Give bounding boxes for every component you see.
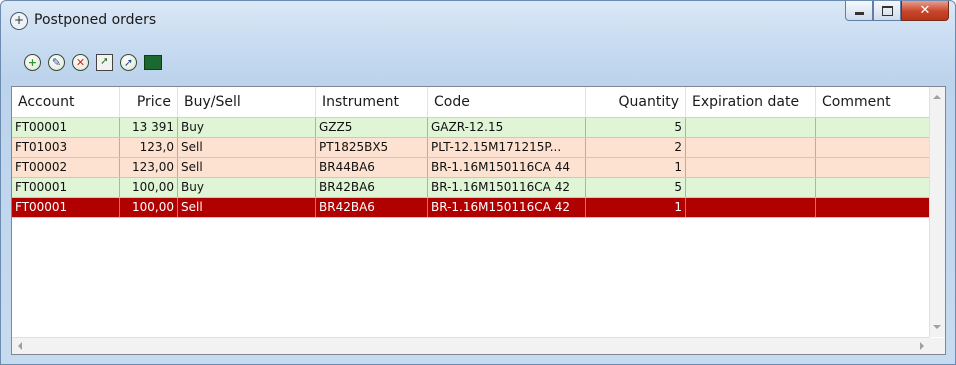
- send-order-icon: ➚: [120, 54, 137, 71]
- column-header-account[interactable]: Account: [12, 87, 120, 117]
- cell-instrument: PT1825BX5: [316, 138, 428, 157]
- cell-quantity: 2: [586, 138, 686, 157]
- column-header-instrument[interactable]: Instrument: [316, 87, 428, 117]
- cell-comment: [816, 118, 930, 137]
- scroll-right-icon[interactable]: [920, 342, 924, 350]
- scroll-left-icon[interactable]: [18, 342, 22, 350]
- scroll-down-icon[interactable]: [933, 325, 941, 329]
- cell-comment: [816, 198, 930, 217]
- cell-quantity: 1: [586, 198, 686, 217]
- cell-instrument: BR42BA6: [316, 178, 428, 197]
- scroll-up-icon[interactable]: [933, 95, 941, 99]
- cell-account: FT00001: [12, 118, 120, 137]
- cell-price: 123,00: [120, 158, 178, 177]
- minimize-button[interactable]: [845, 1, 873, 21]
- cell-expiration-date: [686, 178, 816, 197]
- column-header-price[interactable]: Price: [120, 87, 178, 117]
- vertical-scrollbar[interactable]: [929, 87, 945, 337]
- column-header-expiration-date[interactable]: Expiration date: [686, 87, 816, 117]
- edit-order-icon: ✎: [48, 54, 65, 71]
- close-icon: ✕: [919, 3, 931, 18]
- add-order-button[interactable]: +: [23, 53, 42, 72]
- scrollbar-corner: [930, 338, 945, 354]
- cell-code: BR-1.16M150116CA 42: [428, 198, 586, 217]
- order-plus-icon: +: [10, 12, 28, 30]
- cell-buy-sell: Buy: [178, 118, 316, 137]
- cell-buy-sell: Sell: [178, 198, 316, 217]
- table-row[interactable]: FT01003 123,0 Sell PT1825BX5 PLT-12.15M1…: [12, 138, 930, 158]
- cell-buy-sell: Buy: [178, 178, 316, 197]
- cell-code: PLT-12.15M171215P...: [428, 138, 586, 157]
- move-order-icon: [143, 55, 162, 70]
- cell-price: 123,0: [120, 138, 178, 157]
- title-bar[interactable]: + Postponed orders ✕: [1, 1, 955, 43]
- cell-code: BR-1.16M150116CA 44: [428, 158, 586, 177]
- cell-buy-sell: Sell: [178, 158, 316, 177]
- table-row[interactable]: FT00001 13 391 Buy GZZ5 GAZR-12.15 5: [12, 118, 930, 138]
- cell-expiration-date: [686, 158, 816, 177]
- maximize-button[interactable]: [873, 1, 901, 21]
- window-title: Postponed orders: [34, 12, 157, 28]
- cell-buy-sell: Sell: [178, 138, 316, 157]
- window-controls: ✕: [845, 1, 949, 23]
- cell-price: 100,00: [120, 178, 178, 197]
- cell-comment: [816, 138, 930, 157]
- delete-order-icon: ✕: [72, 54, 89, 71]
- cell-expiration-date: [686, 198, 816, 217]
- orders-table: Account Price Buy/Sell Instrument Code Q…: [11, 86, 946, 355]
- table-row-selected[interactable]: FT00001 100,00 Sell BR42BA6 BR-1.16M1501…: [12, 198, 930, 218]
- column-header-code[interactable]: Code: [428, 87, 586, 117]
- postponed-orders-window: + Postponed orders ✕ + ✎ ✕ ➚ ➚ Account P…: [0, 0, 956, 365]
- cell-expiration-date: [686, 118, 816, 137]
- horizontal-scrollbar[interactable]: [12, 337, 930, 354]
- cell-instrument: GZZ5: [316, 118, 428, 137]
- cell-comment: [816, 178, 930, 197]
- delete-order-button[interactable]: ✕: [71, 53, 90, 72]
- column-header-quantity[interactable]: Quantity: [586, 87, 686, 117]
- table-row[interactable]: FT00001 100,00 Buy BR42BA6 BR-1.16M15011…: [12, 178, 930, 198]
- minimize-icon: [854, 12, 864, 15]
- cell-account: FT01003: [12, 138, 120, 157]
- export-order-button[interactable]: ➚: [95, 53, 114, 72]
- table-row[interactable]: FT00002 123,00 Sell BR44BA6 BR-1.16M1501…: [12, 158, 930, 178]
- cell-quantity: 5: [586, 178, 686, 197]
- column-header-comment[interactable]: Comment: [816, 87, 930, 117]
- cell-comment: [816, 158, 930, 177]
- send-order-button[interactable]: ➚: [119, 53, 138, 72]
- close-button[interactable]: ✕: [901, 1, 949, 21]
- toolbar: + ✎ ✕ ➚ ➚: [23, 53, 162, 75]
- cell-instrument: BR42BA6: [316, 198, 428, 217]
- add-order-icon: +: [24, 54, 41, 71]
- maximize-icon: [881, 5, 893, 16]
- export-order-icon: ➚: [96, 54, 113, 71]
- cell-instrument: BR44BA6: [316, 158, 428, 177]
- edit-order-button[interactable]: ✎: [47, 53, 66, 72]
- cell-expiration-date: [686, 138, 816, 157]
- cell-account: FT00001: [12, 178, 120, 197]
- cell-account: FT00001: [12, 198, 120, 217]
- table-body: FT00001 13 391 Buy GZZ5 GAZR-12.15 5 FT0…: [12, 118, 930, 218]
- cell-account: FT00002: [12, 158, 120, 177]
- cell-price: 100,00: [120, 198, 178, 217]
- cell-code: GAZR-12.15: [428, 118, 586, 137]
- move-order-button[interactable]: [143, 53, 162, 72]
- column-header-buy-sell[interactable]: Buy/Sell: [178, 87, 316, 117]
- cell-code: BR-1.16M150116CA 42: [428, 178, 586, 197]
- cell-price: 13 391: [120, 118, 178, 137]
- cell-quantity: 1: [586, 158, 686, 177]
- table-header: Account Price Buy/Sell Instrument Code Q…: [12, 87, 930, 118]
- cell-quantity: 5: [586, 118, 686, 137]
